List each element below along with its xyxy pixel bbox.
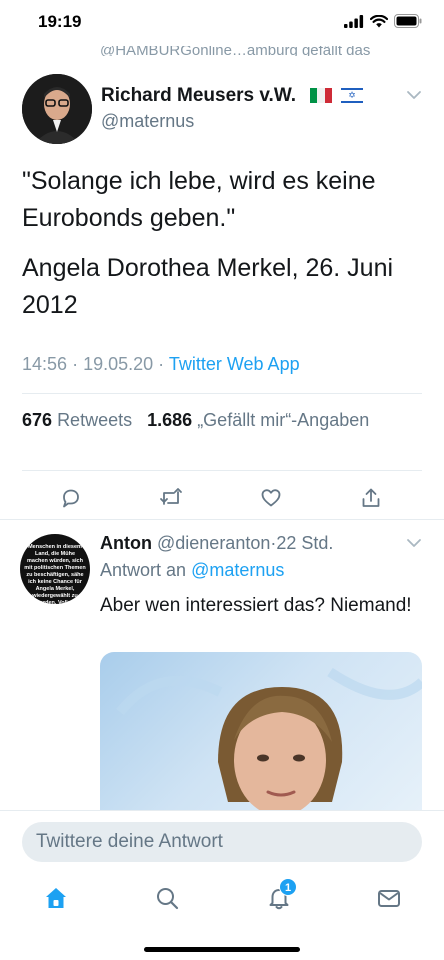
tweet-actions (22, 485, 422, 511)
retweets-label: Retweets (57, 410, 133, 430)
like-button[interactable] (258, 485, 284, 511)
search-icon (157, 888, 179, 910)
meta-separator: · (72, 354, 79, 374)
reply-age: 22 Std. (276, 533, 334, 553)
retweet-button[interactable] (158, 485, 184, 511)
tweet-text-attribution: Angela Dorothea Merkel, 26. Juni 2012 (22, 254, 394, 319)
tweet-text-quote: "Solange ich lebe, wird es keine Eurobon… (22, 167, 376, 232)
meta-separator-2: · (158, 354, 165, 374)
divider (22, 470, 422, 471)
signal-icon (344, 14, 364, 28)
home-icon (46, 888, 66, 908)
bottom-bar: Twittere deine Antwort 1 (0, 810, 444, 960)
avatar-photo-icon (22, 74, 92, 144)
reply-author-name[interactable]: Anton (100, 533, 152, 553)
tweet-date: 19.05.20 (83, 354, 154, 374)
tweet-source-link[interactable]: Twitter Web App (169, 354, 300, 374)
divider (22, 393, 422, 394)
battery-icon (394, 14, 422, 28)
tab-bar: 1 (0, 878, 444, 913)
reply-compose-input[interactable]: Twittere deine Antwort (22, 822, 422, 862)
reply-prefix: Antwort an (100, 560, 187, 580)
author-name[interactable]: Richard Meusers v.W. (101, 85, 296, 107)
italy-flag-icon (310, 88, 332, 103)
reply-context: Antwort an @maternus (100, 560, 284, 581)
mail-icon (378, 890, 400, 907)
tweet-stats: 676 Retweets 1.686 „Gefällt mir“-Angaben (22, 410, 369, 431)
likes-stat[interactable]: 1.686 „Gefällt mir“-Angaben (147, 410, 369, 430)
tab-notifications[interactable]: 1 (264, 878, 297, 913)
reply-text: Aber wen interessiert das? Niemand! (100, 595, 412, 616)
share-button[interactable] (358, 485, 384, 511)
retweets-stat[interactable]: 676 Retweets (22, 410, 132, 430)
portrait-photo-icon (116, 667, 422, 810)
tweet-meta: 14:56 · 19.05.20 · Twitter Web App (22, 354, 300, 375)
chevron-down-icon[interactable] (406, 538, 422, 548)
share-icon (362, 488, 380, 507)
heart-icon (261, 489, 281, 507)
retweets-count: 676 (22, 410, 53, 430)
reply-header: Anton @dieneranton·22 Std. (100, 533, 333, 554)
avatar[interactable]: Menschen in diesem Land, die Mühe machen… (20, 534, 90, 604)
tweet-header: Richard Meusers v.W. ✡ @maternus (22, 74, 422, 144)
tab-messages[interactable] (374, 883, 404, 913)
author-flags: ✡ (310, 88, 363, 103)
chevron-down-icon[interactable] (406, 90, 422, 100)
wifi-icon (370, 14, 388, 27)
tweet-time: 14:56 (22, 354, 68, 374)
author-handle[interactable]: @maternus (101, 111, 194, 132)
likes-count: 1.686 (147, 410, 193, 430)
tab-search[interactable] (152, 883, 182, 913)
avatar[interactable] (22, 74, 92, 144)
avatar-text: Menschen in diesem Land, die Mühe machen… (24, 544, 86, 604)
status-time: 19:19 (38, 12, 82, 31)
retweet-icon (160, 488, 182, 505)
reply-button[interactable] (58, 485, 84, 511)
status-bar: 19:19 (0, 0, 444, 46)
reply-tweet[interactable]: Menschen in diesem Land, die Mühe machen… (0, 520, 444, 810)
status-icons (344, 14, 422, 28)
tab-home[interactable] (41, 883, 71, 913)
reply-photo[interactable] (100, 652, 422, 810)
reply-icon (63, 489, 79, 508)
reply-mention-link[interactable]: @maternus (191, 560, 284, 580)
home-indicator (144, 947, 300, 952)
likes-label: „Gefällt mir“-Angaben (197, 410, 370, 430)
israel-flag-icon: ✡ (341, 88, 363, 103)
reply-author-handle[interactable]: @dieneranton (157, 533, 270, 553)
notifications-badge: 1 (279, 878, 297, 896)
